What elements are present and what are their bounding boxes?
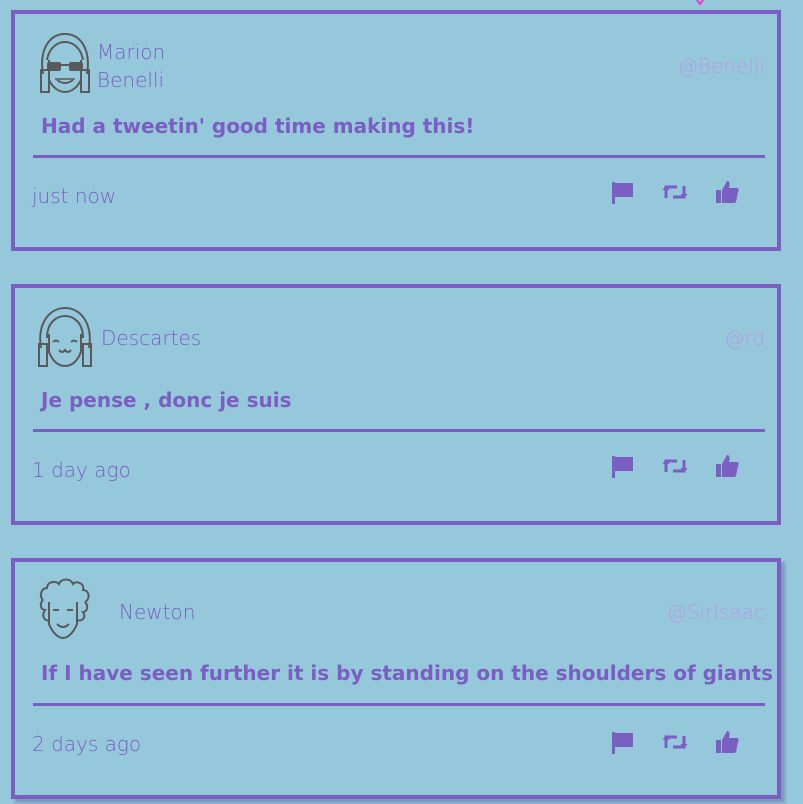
like-icon[interactable] [713,178,741,206]
tweet-actions [609,728,741,756]
flag-icon[interactable] [609,728,637,756]
retweet-icon[interactable] [661,178,689,206]
tweet-timestamp: 1 day ago [32,458,131,482]
avatar-curly-hair-icon[interactable] [33,576,93,642]
like-icon[interactable] [713,728,741,756]
tweet-timestamp: just now [32,184,117,208]
flag-icon[interactable] [609,178,637,206]
avatar-sunglasses-icon[interactable] [35,30,95,96]
flag-icon[interactable] [609,452,637,480]
divider [33,429,765,432]
user-name[interactable]: Newton [119,598,195,626]
tweet-timestamp: 2 days ago [32,732,142,756]
user-handle[interactable]: @rd [724,326,765,350]
user-handle[interactable]: @SirIsaac [667,600,765,624]
user-handle[interactable]: @Benelli [678,54,765,78]
marker-icon [695,0,705,6]
tweet-message: Had a tweetin' good time making this! [41,114,475,138]
divider [33,703,765,706]
tweet-actions [609,178,741,206]
tweet-message: Je pense , donc je suis [41,388,292,412]
tweet-card: Marion Benelli @Benelli Had a tweetin' g… [11,10,781,251]
avatar-smiling-icon[interactable] [35,304,95,370]
tweet-message: If I have seen further it is by standing… [41,661,773,685]
divider [33,155,765,158]
like-icon[interactable] [713,452,741,480]
tweet-card: Newton @SirIsaac If I have seen further … [11,558,781,799]
retweet-icon[interactable] [661,452,689,480]
tweet-card: Descartes @rd Je pense , donc je suis 1 … [11,284,781,525]
retweet-icon[interactable] [661,728,689,756]
tweet-actions [609,452,741,480]
user-name[interactable]: Marion Benelli [97,38,217,94]
user-name[interactable]: Descartes [101,324,201,352]
